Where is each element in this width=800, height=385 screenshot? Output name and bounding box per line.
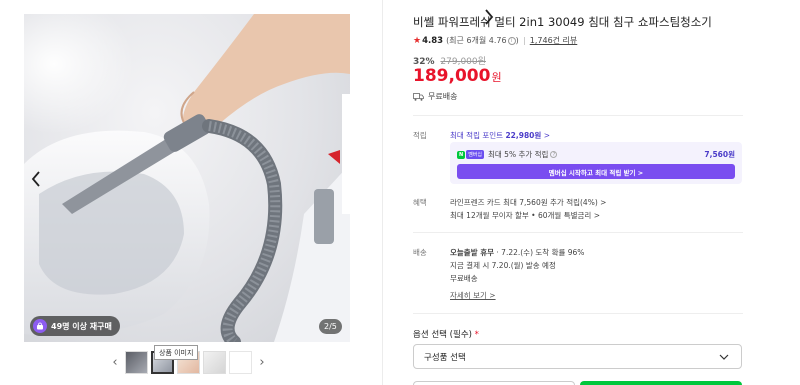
start-membership-button[interactable]: 멤버십 시작하고 최대 적립 받기 > xyxy=(457,164,735,179)
rating-score: 4.83 xyxy=(422,35,444,46)
required-mark: * xyxy=(474,330,479,340)
max-points-value: 22,980원 xyxy=(505,131,542,140)
chevron-right-icon: > xyxy=(543,131,550,140)
section-divider xyxy=(413,115,743,116)
gallery-page-counter: 2/5 xyxy=(319,319,342,334)
dispatch-estimate: 지금 결제 시 7.20.(월) 발송 예정 xyxy=(450,261,556,270)
help-icon[interactable]: ? xyxy=(550,151,558,158)
buy-now-button[interactable] xyxy=(580,381,742,385)
info-icon[interactable]: i xyxy=(507,36,516,45)
rating-row: ★ 4.83 (최근 6개월 4.76 i ) 1,746건 리뷰 xyxy=(413,35,577,46)
option-select[interactable]: 구성품 선택 xyxy=(413,344,742,369)
column-divider xyxy=(382,0,383,385)
recent-rating: (최근 6개월 4.76 xyxy=(446,36,507,45)
thumbnail-5[interactable] xyxy=(229,350,252,374)
repurchase-badge: 49명 이상 재구매 xyxy=(30,316,120,336)
thumbnail-4[interactable] xyxy=(203,350,226,374)
card-benefit-link[interactable]: 라인프렌즈 카드 최대 7,560원 추가 적립(4%) > xyxy=(450,197,606,208)
max-points-link[interactable]: 최대 적립 포인트 22,980원 > xyxy=(450,130,550,141)
thumbnail-tooltip: 상품 이미지 xyxy=(154,345,199,360)
delivery-fee: 무료배송 xyxy=(450,274,478,283)
recent-rating-close: ) xyxy=(515,36,519,45)
truck-icon xyxy=(413,92,424,101)
option-label: 옵션 선택 (필수) * xyxy=(413,328,479,340)
delivery-details-link[interactable]: 자세히 보기 > xyxy=(450,290,496,301)
membership-text: 최대 5% 추가 적립 xyxy=(488,150,549,159)
delivery-label: 배송 xyxy=(413,248,427,257)
today-ship-status: 오늘출발 휴무 xyxy=(450,248,495,257)
chevron-down-icon xyxy=(719,354,729,360)
product-main-image[interactable] xyxy=(24,14,350,342)
section-divider xyxy=(413,313,743,314)
sale-price-amount: 189,000 xyxy=(413,66,491,86)
option-select-value: 구성품 선택 xyxy=(424,352,466,363)
rating-separator xyxy=(523,36,525,45)
secondary-action-button[interactable] xyxy=(413,381,575,385)
delivery-line-1: 오늘출발 휴무 · 7.22.(수) 도착 확률 96% xyxy=(450,247,584,258)
repurchase-badge-text: 49명 이상 재구매 xyxy=(51,321,112,331)
membership-amount: 7,560원 xyxy=(704,150,735,159)
points-label: 적립 xyxy=(413,131,427,140)
star-icon: ★ xyxy=(413,35,422,46)
gallery-prev-button[interactable] xyxy=(24,162,48,196)
thumbnail-next-button[interactable]: › xyxy=(255,355,269,370)
steam-cleaner-photo xyxy=(24,14,350,342)
shopping-bag-icon xyxy=(33,319,47,333)
benefits-label: 혜택 xyxy=(413,198,427,207)
thumbnail-prev-button[interactable]: ‹ xyxy=(108,355,122,370)
naver-pay-badge: N xyxy=(457,150,466,159)
shipping-row: 무료배송 xyxy=(413,91,457,102)
review-count-link[interactable]: 1,746건 리뷰 xyxy=(530,35,578,46)
membership-badge: 멤버십 xyxy=(466,150,484,159)
membership-row: N 멤버십 최대 5% 추가 적립 ? 7,560원 xyxy=(457,149,735,160)
sale-price: 189,000원 xyxy=(413,66,502,86)
arrival-estimate: · 7.22.(수) 도착 확률 96% xyxy=(494,248,585,257)
section-divider xyxy=(413,232,743,233)
max-points-text: 최대 적립 포인트 xyxy=(450,131,506,140)
product-title: 비쎌 파워프레쉬 멀티 2in1 30049 침대 침구 쇼파스팀청소기 xyxy=(413,15,712,29)
installment-benefit-link[interactable]: 최대 12개월 무이자 할부 • 60개월 특별금리 > xyxy=(450,210,600,221)
chevron-left-icon xyxy=(31,171,40,187)
shipping-text: 무료배송 xyxy=(428,92,458,101)
option-label-text: 옵션 선택 (필수) xyxy=(413,330,472,340)
sale-price-currency: 원 xyxy=(491,71,502,84)
thumbnail-1[interactable] xyxy=(125,350,148,374)
membership-box: N 멤버십 최대 5% 추가 적립 ? 7,560원 멤버십 시작하고 최대 적… xyxy=(450,142,742,184)
